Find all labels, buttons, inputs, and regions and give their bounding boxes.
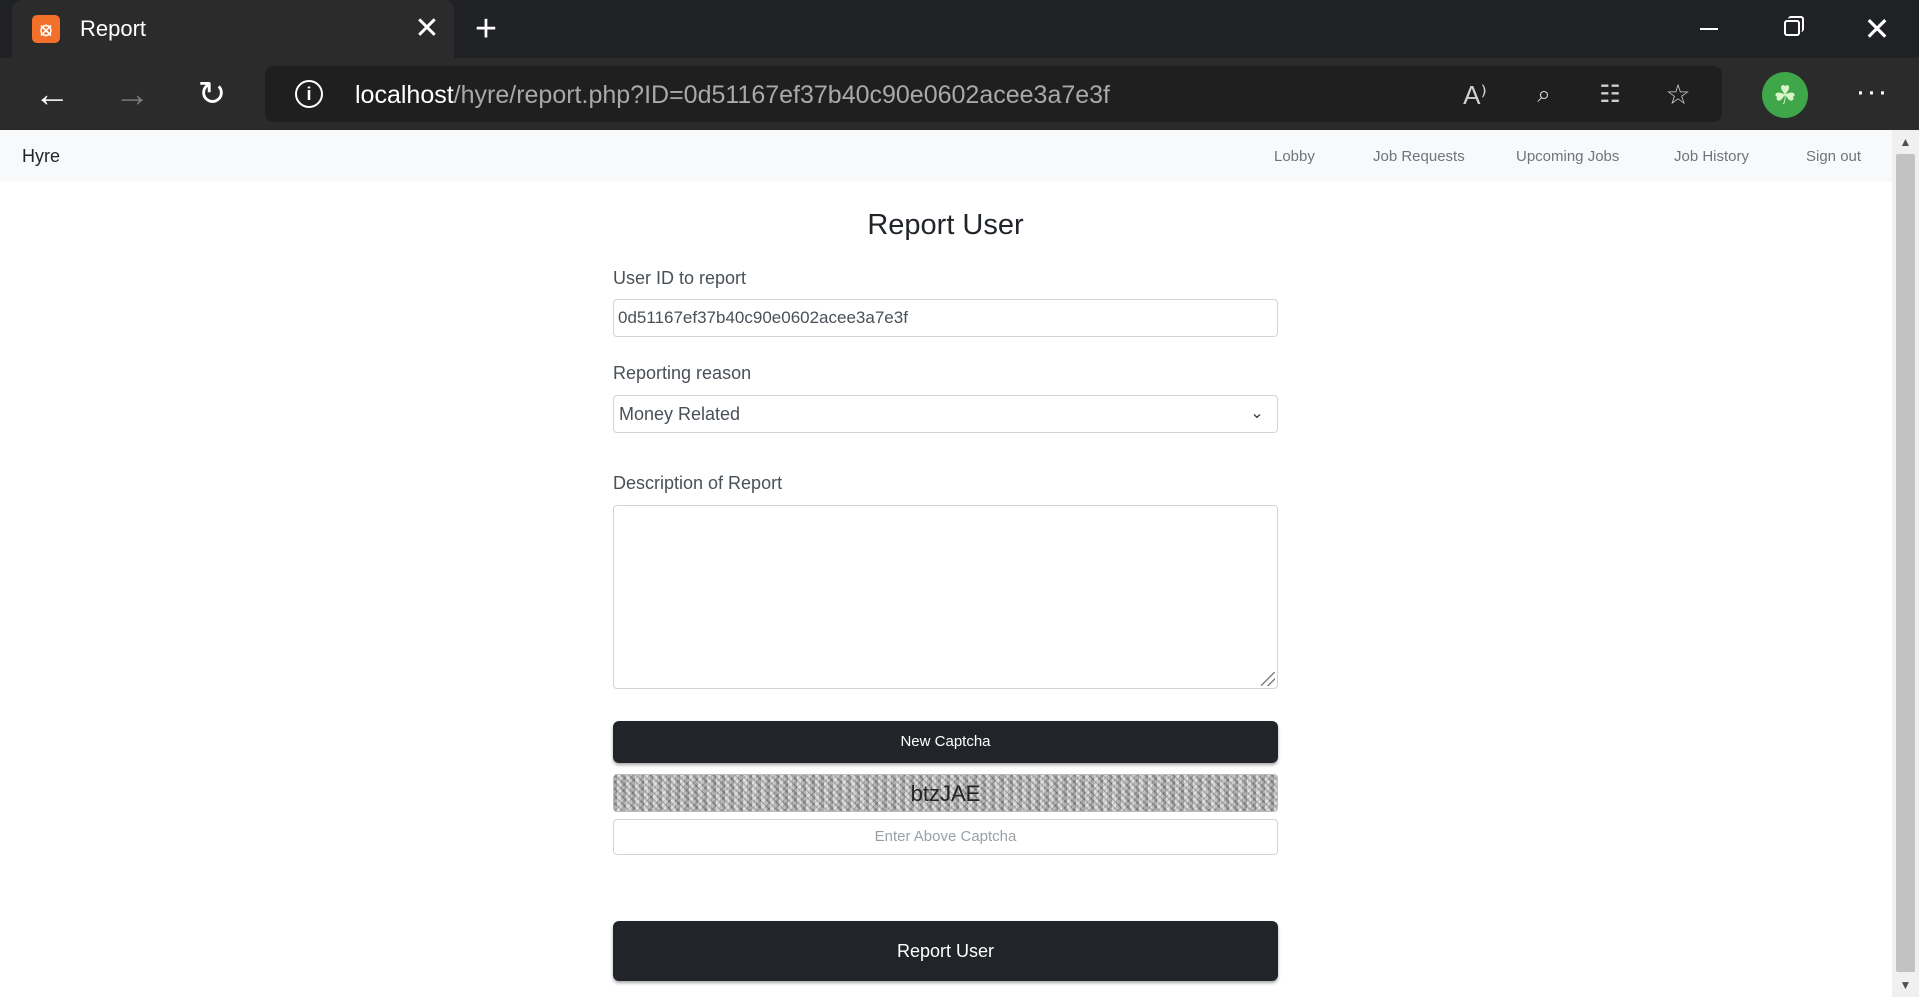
site-info-icon[interactable]: i <box>295 80 323 108</box>
browser-tab-active[interactable]: ⦻ Report ✕ <box>12 0 454 58</box>
description-textarea[interactable] <box>613 505 1278 689</box>
captcha-image: btzJAE <box>613 774 1278 812</box>
browser-tab-strip: ⦻ Report ✕ + ✕ <box>0 0 1919 58</box>
tab-title: Report <box>80 16 147 41</box>
minimize-window-icon[interactable] <box>1686 8 1732 50</box>
nav-link-sign-out[interactable]: Sign out <box>1806 147 1861 167</box>
page-title: Report User <box>867 209 1024 241</box>
profiles-icon[interactable]: ☷ <box>1593 78 1627 112</box>
address-bar[interactable]: i localhost/hyre/report.php?ID=0d51167ef… <box>265 66 1722 122</box>
user-id-input[interactable]: 0d51167ef37b40c90e0602acee3a7e3f <box>613 299 1278 337</box>
more-menu-icon[interactable]: ··· <box>1850 72 1894 116</box>
url-host: localhost <box>355 81 454 109</box>
nav-link-job-history[interactable]: Job History <box>1674 147 1749 167</box>
browser-toolbar: ← → ↻ i localhost/hyre/report.php?ID=0d5… <box>0 58 1919 130</box>
scroll-up-icon[interactable]: ▲ <box>1892 132 1919 152</box>
zoom-out-icon[interactable]: ⌕ <box>1527 78 1561 112</box>
site-navbar: Hyre Lobby Job Requests Upcoming Jobs Jo… <box>0 130 1892 182</box>
captcha-input[interactable]: Enter Above Captcha <box>613 819 1278 855</box>
user-id-label: User ID to report <box>613 268 747 288</box>
profile-avatar[interactable]: ☘ <box>1762 72 1808 118</box>
url-text[interactable]: localhost/hyre/report.php?ID=0d51167ef37… <box>355 80 1110 110</box>
site-brand[interactable]: Hyre <box>22 145 60 167</box>
forward-arrow-icon[interactable]: → <box>110 72 154 116</box>
reporting-reason-label: Reporting reason <box>613 363 752 383</box>
read-aloud-icon[interactable]: A⁾ <box>1458 78 1492 112</box>
page-viewport: Hyre Lobby Job Requests Upcoming Jobs Jo… <box>0 130 1892 997</box>
resize-handle-icon[interactable] <box>1261 672 1275 686</box>
reporting-reason-select[interactable]: Money Related ⌄ <box>613 395 1278 433</box>
description-label: Description of Report <box>613 473 783 493</box>
close-window-icon[interactable]: ✕ <box>1854 8 1900 50</box>
restore-window-icon[interactable] <box>1770 8 1816 50</box>
new-captcha-button[interactable]: New Captcha <box>613 721 1278 763</box>
nav-link-job-requests[interactable]: Job Requests <box>1373 147 1465 167</box>
nav-link-lobby[interactable]: Lobby <box>1274 147 1315 167</box>
reporting-reason-selected: Money Related <box>619 404 741 424</box>
reload-icon[interactable]: ↻ <box>190 72 234 116</box>
chevron-down-icon: ⌄ <box>1250 405 1264 422</box>
scroll-down-icon[interactable]: ▼ <box>1892 975 1919 995</box>
url-path: /hyre/report.php?ID=0d51167ef37b40c90e06… <box>453 81 1111 109</box>
scrollbar-thumb[interactable] <box>1896 154 1915 972</box>
tab-close-icon[interactable]: ✕ <box>410 12 444 46</box>
nav-link-upcoming-jobs[interactable]: Upcoming Jobs <box>1516 147 1619 167</box>
page-scrollbar[interactable]: ▲ ▼ <box>1892 130 1919 997</box>
report-user-button[interactable]: Report User <box>613 921 1278 981</box>
new-tab-icon[interactable]: + <box>466 10 506 50</box>
back-arrow-icon[interactable]: ← <box>30 72 74 116</box>
add-favorite-icon[interactable]: ☆ <box>1661 78 1695 112</box>
xampp-favicon-icon: ⦻ <box>32 15 60 43</box>
